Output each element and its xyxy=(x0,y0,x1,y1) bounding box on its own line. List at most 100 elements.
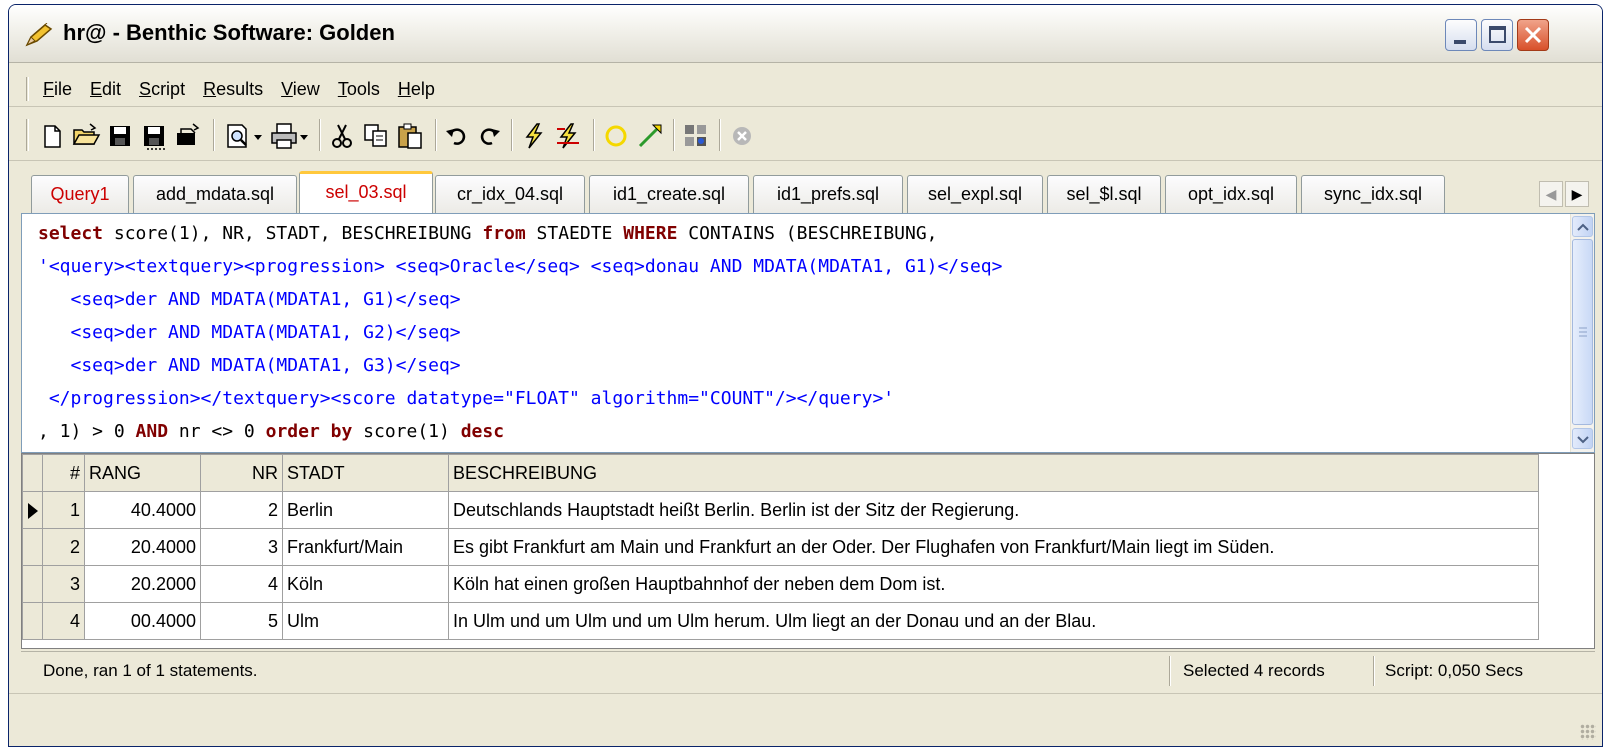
cell-stadt[interactable]: Köln xyxy=(282,565,449,603)
row-indicator[interactable] xyxy=(22,602,43,640)
cell-nr[interactable]: 3 xyxy=(200,528,283,566)
tab-sel-l[interactable]: sel_$l.sql xyxy=(1047,175,1161,213)
cell-nr[interactable]: 5 xyxy=(200,602,283,640)
table-row[interactable]: 3 20.2000 4 Köln Köln hat einen großen H… xyxy=(22,565,1539,603)
code-line-2: '<query><textquery><progression> <seq>Or… xyxy=(38,256,1003,277)
row-indicator[interactable] xyxy=(22,565,43,603)
tab-sel-03[interactable]: sel_03.sql xyxy=(299,171,433,213)
cancel-icon[interactable] xyxy=(727,121,757,151)
row-indicator[interactable] xyxy=(22,491,43,529)
tab-sync-idx[interactable]: sync_idx.sql xyxy=(1301,175,1445,213)
open-folder-icon[interactable] xyxy=(71,121,101,151)
code-text: nr <> 0 xyxy=(168,421,266,442)
cell-rang[interactable]: 20.4000 xyxy=(84,528,201,566)
undo-icon[interactable] xyxy=(443,121,473,151)
row-number[interactable]: 4 xyxy=(42,602,85,640)
column-header-rang[interactable]: RANG xyxy=(84,454,201,492)
column-header-nr[interactable]: NR xyxy=(200,454,283,492)
menu-grip[interactable] xyxy=(26,77,29,101)
save-icon[interactable] xyxy=(105,121,135,151)
row-number[interactable]: 1 xyxy=(42,491,85,529)
code-line-5: <seq>der AND MDATA(MDATA1, G3)</seq> xyxy=(38,355,461,376)
new-file-icon[interactable] xyxy=(37,121,67,151)
menu-item-results[interactable]: Results xyxy=(194,79,272,100)
tab-add-mdata[interactable]: add_mdata.sql xyxy=(133,175,297,213)
toolbar-grip[interactable] xyxy=(26,119,29,151)
rollback-icon[interactable] xyxy=(635,121,665,151)
cell-beschreibung[interactable]: Es gibt Frankfurt am Main und Frankfurt … xyxy=(448,528,1539,566)
editor-scrollbar[interactable] xyxy=(1570,214,1594,452)
row-number[interactable]: 3 xyxy=(42,565,85,603)
table-row[interactable]: 2 20.4000 3 Frankfurt/Main Es gibt Frank… xyxy=(22,528,1539,566)
title-bar[interactable]: hr@ - Benthic Software: Golden xyxy=(9,5,1602,63)
chevron-down-icon[interactable] xyxy=(297,121,313,151)
cell-beschreibung[interactable]: In Ulm und um Ulm und um Ulm herum. Ulm … xyxy=(448,602,1539,640)
print-preview-icon[interactable] xyxy=(223,121,253,151)
window-title: hr@ - Benthic Software: Golden xyxy=(63,20,395,45)
sql-editor[interactable]: select score(1), NR, STADT, BESCHREIBUNG… xyxy=(21,213,1595,453)
chevron-down-icon[interactable] xyxy=(251,121,267,151)
table-row[interactable]: 1 40.4000 2 Berlin Deutschlands Hauptsta… xyxy=(22,491,1539,529)
maximize-button[interactable] xyxy=(1481,19,1513,51)
table-row[interactable]: 4 00.4000 5 Ulm In Ulm und um Ulm und um… xyxy=(22,602,1539,640)
menu-accelerator: F xyxy=(43,79,54,99)
row-indicator[interactable] xyxy=(22,528,43,566)
row-number[interactable]: 2 xyxy=(42,528,85,566)
tab-scroll-left-button[interactable]: ◀ xyxy=(1539,181,1563,207)
paste-icon[interactable] xyxy=(395,121,425,151)
save-all-icon[interactable] xyxy=(139,121,169,151)
menu-accelerator: V xyxy=(281,79,293,99)
menu-item-script[interactable]: Script xyxy=(130,79,194,100)
scroll-thumb[interactable] xyxy=(1572,239,1593,425)
cell-stadt[interactable]: Berlin xyxy=(282,491,449,529)
menu-item-view[interactable]: View xyxy=(272,79,329,100)
cell-nr[interactable]: 4 xyxy=(200,565,283,603)
execute-script-icon[interactable] xyxy=(553,121,583,151)
tab-scroll-right-button[interactable]: ▶ xyxy=(1565,181,1589,207)
cell-rang[interactable]: 20.2000 xyxy=(84,565,201,603)
menu-accelerator: H xyxy=(397,79,411,99)
cell-rang[interactable]: 40.4000 xyxy=(84,491,201,529)
resize-grip-icon[interactable] xyxy=(1580,724,1596,740)
menu-accelerator: E xyxy=(90,79,103,99)
open-icon[interactable] xyxy=(173,121,203,151)
app-window: hr@ - Benthic Software: Golden File Edit S… xyxy=(8,4,1603,747)
commit-icon[interactable] xyxy=(601,121,631,151)
toolbar-separator xyxy=(593,119,595,151)
code-line-1: select score(1), NR, STADT, BESCHREIBUNG… xyxy=(38,218,938,250)
minimize-button[interactable] xyxy=(1445,19,1477,51)
column-header-beschreibung[interactable]: BESCHREIBUNG xyxy=(448,454,1539,492)
cut-icon[interactable] xyxy=(327,121,357,151)
explain-icon[interactable] xyxy=(681,121,711,151)
tab-sel-expl[interactable]: sel_expl.sql xyxy=(907,175,1043,213)
column-header-stadt[interactable]: STADT xyxy=(282,454,449,492)
tab-cr-idx-04[interactable]: cr_idx_04.sql xyxy=(435,175,585,213)
scroll-down-button[interactable] xyxy=(1572,428,1593,449)
menu-item-file[interactable]: File xyxy=(34,79,81,100)
column-header-num[interactable]: # xyxy=(42,454,85,492)
cell-beschreibung[interactable]: Köln hat einen großen Hauptbahnhof der n… xyxy=(448,565,1539,603)
cell-beschreibung[interactable]: Deutschlands Hauptstadt heißt Berlin. Be… xyxy=(448,491,1539,529)
cell-stadt[interactable]: Ulm xyxy=(282,602,449,640)
menu-items: File Edit Script Results View Tools Help xyxy=(34,79,444,100)
print-icon[interactable] xyxy=(269,121,299,151)
menu-label: ile xyxy=(54,79,73,99)
tab-query1[interactable]: Query1 xyxy=(31,175,129,213)
menu-item-help[interactable]: Help xyxy=(389,79,444,100)
execute-icon[interactable] xyxy=(519,121,549,151)
menu-item-tools[interactable]: Tools xyxy=(329,79,389,100)
menu-item-edit[interactable]: Edit xyxy=(81,79,130,100)
script-tabs: Query1 add_mdata.sql sel_03.sql cr_idx_0… xyxy=(9,171,1602,213)
redo-icon[interactable] xyxy=(473,121,503,151)
results-table: # RANG NR STADT BESCHREIBUNG 1 40.4000 2… xyxy=(22,454,1539,640)
menu-bar: File Edit Script Results View Tools Help xyxy=(9,69,1602,107)
tab-id1-create[interactable]: id1_create.sql xyxy=(589,175,749,213)
scroll-up-button[interactable] xyxy=(1572,216,1593,237)
tab-id1-prefs[interactable]: id1_prefs.sql xyxy=(753,175,903,213)
copy-icon[interactable] xyxy=(361,121,391,151)
cell-stadt[interactable]: Frankfurt/Main xyxy=(282,528,449,566)
tab-opt-idx[interactable]: opt_idx.sql xyxy=(1165,175,1297,213)
cell-nr[interactable]: 2 xyxy=(200,491,283,529)
cell-rang[interactable]: 00.4000 xyxy=(84,602,201,640)
close-button[interactable] xyxy=(1517,19,1549,51)
